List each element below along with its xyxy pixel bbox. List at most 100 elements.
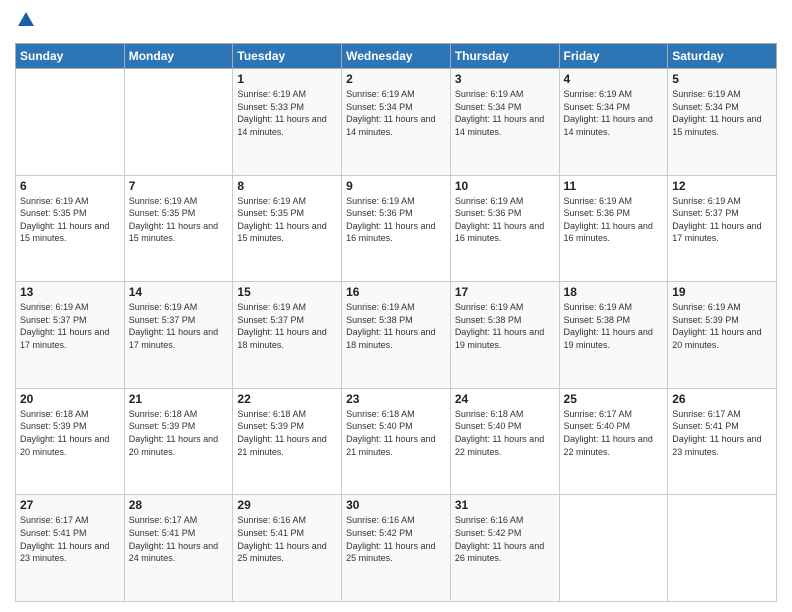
day-number: 19	[672, 285, 772, 299]
week-row-4: 20 Sunrise: 6:18 AM Sunset: 5:39 PM Dayli…	[16, 388, 777, 495]
calendar-cell: 28 Sunrise: 6:17 AM Sunset: 5:41 PM Dayli…	[124, 495, 233, 602]
day-number: 11	[564, 179, 664, 193]
weekday-header-saturday: Saturday	[668, 44, 777, 69]
day-number: 30	[346, 498, 446, 512]
day-info: Sunrise: 6:17 AM Sunset: 5:40 PM Dayligh…	[564, 408, 664, 458]
day-info: Sunrise: 6:19 AM Sunset: 5:37 PM Dayligh…	[129, 301, 229, 351]
weekday-header-tuesday: Tuesday	[233, 44, 342, 69]
weekday-header-thursday: Thursday	[450, 44, 559, 69]
weekday-header-sunday: Sunday	[16, 44, 125, 69]
weekday-header-row: SundayMondayTuesdayWednesdayThursdayFrid…	[16, 44, 777, 69]
calendar-cell: 15Sunrise: 6:19 AM Sunset: 5:37 PM Dayli…	[233, 282, 342, 389]
day-info: Sunrise: 6:18 AM Sunset: 5:39 PM Dayligh…	[20, 408, 120, 458]
day-info: Sunrise: 6:18 AM Sunset: 5:40 PM Dayligh…	[455, 408, 555, 458]
week-row-3: 13 Sunrise: 6:19 AM Sunset: 5:37 PM Dayli…	[16, 282, 777, 389]
day-info: Sunrise: 6:19 AM Sunset: 5:38 PM Dayligh…	[564, 301, 664, 351]
day-number: 12	[672, 179, 772, 193]
calendar-cell: 9Sunrise: 6:19 AM Sunset: 5:36 PM Daylig…	[342, 175, 451, 282]
day-info: Sunrise: 6:19 AM Sunset: 5:38 PM Dayligh…	[455, 301, 555, 351]
calendar-cell: 29 Sunrise: 6:16 AM Sunset: 5:41 PM Dayli…	[233, 495, 342, 602]
calendar-cell: 20 Sunrise: 6:18 AM Sunset: 5:39 PM Dayli…	[16, 388, 125, 495]
calendar-cell: 10 Sunrise: 6:19 AM Sunset: 5:36 PM Dayli…	[450, 175, 559, 282]
calendar-cell	[668, 495, 777, 602]
header	[15, 10, 777, 35]
day-info: Sunrise: 6:19 AM Sunset: 5:36 PM Dayligh…	[564, 195, 664, 245]
calendar-cell: 26 Sunrise: 6:17 AM Sunset: 5:41 PM Dayli…	[668, 388, 777, 495]
calendar-cell: 4 Sunrise: 6:19 AM Sunset: 5:34 PM Daylig…	[559, 69, 668, 176]
calendar-cell	[16, 69, 125, 176]
calendar-cell: 25 Sunrise: 6:17 AM Sunset: 5:40 PM Dayli…	[559, 388, 668, 495]
day-info: Sunrise: 6:19 AM Sunset: 5:34 PM Dayligh…	[672, 88, 772, 138]
day-number: 28	[129, 498, 229, 512]
day-info: Sunrise: 6:19 AM Sunset: 5:33 PM Dayligh…	[237, 88, 337, 138]
calendar-cell: 24 Sunrise: 6:18 AM Sunset: 5:40 PM Dayli…	[450, 388, 559, 495]
day-info: Sunrise: 6:19 AM Sunset: 5:34 PM Dayligh…	[564, 88, 664, 138]
calendar-cell: 13Sunrise: 6:19 AM Sunset: 5:37 PM Dayli…	[16, 282, 125, 389]
day-number: 18	[564, 285, 664, 299]
calendar-cell: 11 Sunrise: 6:19 AM Sunset: 5:36 PM Dayli…	[559, 175, 668, 282]
calendar-cell: 1Sunrise: 6:19 AM Sunset: 5:33 PM Daylig…	[233, 69, 342, 176]
day-number: 25	[564, 392, 664, 406]
day-number: 23	[346, 392, 446, 406]
calendar-cell: 19 Sunrise: 6:19 AM Sunset: 5:39 PM Dayli…	[668, 282, 777, 389]
week-row-2: 6 Sunrise: 6:19 AM Sunset: 5:35 PM Daylig…	[16, 175, 777, 282]
day-info: Sunrise: 6:19 AM Sunset: 5:35 PM Dayligh…	[237, 195, 337, 245]
day-number: 24	[455, 392, 555, 406]
day-number: 17	[455, 285, 555, 299]
day-number: 16	[346, 285, 446, 299]
day-number: 27	[20, 498, 120, 512]
day-info: Sunrise: 6:18 AM Sunset: 5:39 PM Dayligh…	[237, 408, 337, 458]
day-info: Sunrise: 6:17 AM Sunset: 5:41 PM Dayligh…	[129, 514, 229, 564]
day-info: Sunrise: 6:19 AM Sunset: 5:34 PM Dayligh…	[455, 88, 555, 138]
day-info: Sunrise: 6:18 AM Sunset: 5:40 PM Dayligh…	[346, 408, 446, 458]
calendar-cell	[124, 69, 233, 176]
weekday-header-wednesday: Wednesday	[342, 44, 451, 69]
calendar-cell: 17 Sunrise: 6:19 AM Sunset: 5:38 PM Dayli…	[450, 282, 559, 389]
day-info: Sunrise: 6:19 AM Sunset: 5:39 PM Dayligh…	[672, 301, 772, 351]
day-number: 5	[672, 72, 772, 86]
day-number: 3	[455, 72, 555, 86]
calendar-cell: 14 Sunrise: 6:19 AM Sunset: 5:37 PM Dayli…	[124, 282, 233, 389]
calendar-cell: 30 Sunrise: 6:16 AM Sunset: 5:42 PM Dayli…	[342, 495, 451, 602]
calendar-cell: 3 Sunrise: 6:19 AM Sunset: 5:34 PM Daylig…	[450, 69, 559, 176]
day-number: 22	[237, 392, 337, 406]
calendar-cell: 8Sunrise: 6:19 AM Sunset: 5:35 PM Daylig…	[233, 175, 342, 282]
calendar-cell: 18 Sunrise: 6:19 AM Sunset: 5:38 PM Dayli…	[559, 282, 668, 389]
calendar-cell: 27Sunrise: 6:17 AM Sunset: 5:41 PM Dayli…	[16, 495, 125, 602]
calendar-cell: 16Sunrise: 6:19 AM Sunset: 5:38 PM Dayli…	[342, 282, 451, 389]
calendar-table: SundayMondayTuesdayWednesdayThursdayFrid…	[15, 43, 777, 602]
page: SundayMondayTuesdayWednesdayThursdayFrid…	[0, 0, 792, 612]
weekday-header-friday: Friday	[559, 44, 668, 69]
day-number: 15	[237, 285, 337, 299]
day-number: 4	[564, 72, 664, 86]
week-row-5: 27 Sunrise: 6:17 AM Sunset: 5:41 PM Dayli…	[16, 495, 777, 602]
day-info: Sunrise: 6:16 AM Sunset: 5:42 PM Dayligh…	[346, 514, 446, 564]
day-number: 21	[129, 392, 229, 406]
calendar-cell: 23 Sunrise: 6:18 AM Sunset: 5:40 PM Dayli…	[342, 388, 451, 495]
logo-text	[15, 10, 36, 35]
day-number: 26	[672, 392, 772, 406]
day-info: Sunrise: 6:19 AM Sunset: 5:34 PM Dayligh…	[346, 88, 446, 138]
day-number: 10	[455, 179, 555, 193]
day-info: Sunrise: 6:19 AM Sunset: 5:35 PM Dayligh…	[129, 195, 229, 245]
day-number: 20	[20, 392, 120, 406]
day-info: Sunrise: 6:16 AM Sunset: 5:41 PM Dayligh…	[237, 514, 337, 564]
day-info: Sunrise: 6:17 AM Sunset: 5:41 PM Dayligh…	[672, 408, 772, 458]
day-number: 14	[129, 285, 229, 299]
day-number: 2	[346, 72, 446, 86]
calendar-cell: 31Sunrise: 6:16 AM Sunset: 5:42 PM Dayli…	[450, 495, 559, 602]
day-number: 13	[20, 285, 120, 299]
calendar-cell: 5 Sunrise: 6:19 AM Sunset: 5:34 PM Daylig…	[668, 69, 777, 176]
week-row-1: 1Sunrise: 6:19 AM Sunset: 5:33 PM Daylig…	[16, 69, 777, 176]
day-info: Sunrise: 6:19 AM Sunset: 5:36 PM Dayligh…	[346, 195, 446, 245]
day-number: 29	[237, 498, 337, 512]
calendar-cell: 2 Sunrise: 6:19 AM Sunset: 5:34 PM Daylig…	[342, 69, 451, 176]
logo	[15, 10, 36, 35]
day-number: 6	[20, 179, 120, 193]
calendar-cell: 22 Sunrise: 6:18 AM Sunset: 5:39 PM Dayli…	[233, 388, 342, 495]
day-info: Sunrise: 6:18 AM Sunset: 5:39 PM Dayligh…	[129, 408, 229, 458]
day-info: Sunrise: 6:19 AM Sunset: 5:36 PM Dayligh…	[455, 195, 555, 245]
calendar-cell: 6Sunrise: 6:19 AM Sunset: 5:35 PM Daylig…	[16, 175, 125, 282]
weekday-header-monday: Monday	[124, 44, 233, 69]
day-info: Sunrise: 6:16 AM Sunset: 5:42 PM Dayligh…	[455, 514, 555, 564]
